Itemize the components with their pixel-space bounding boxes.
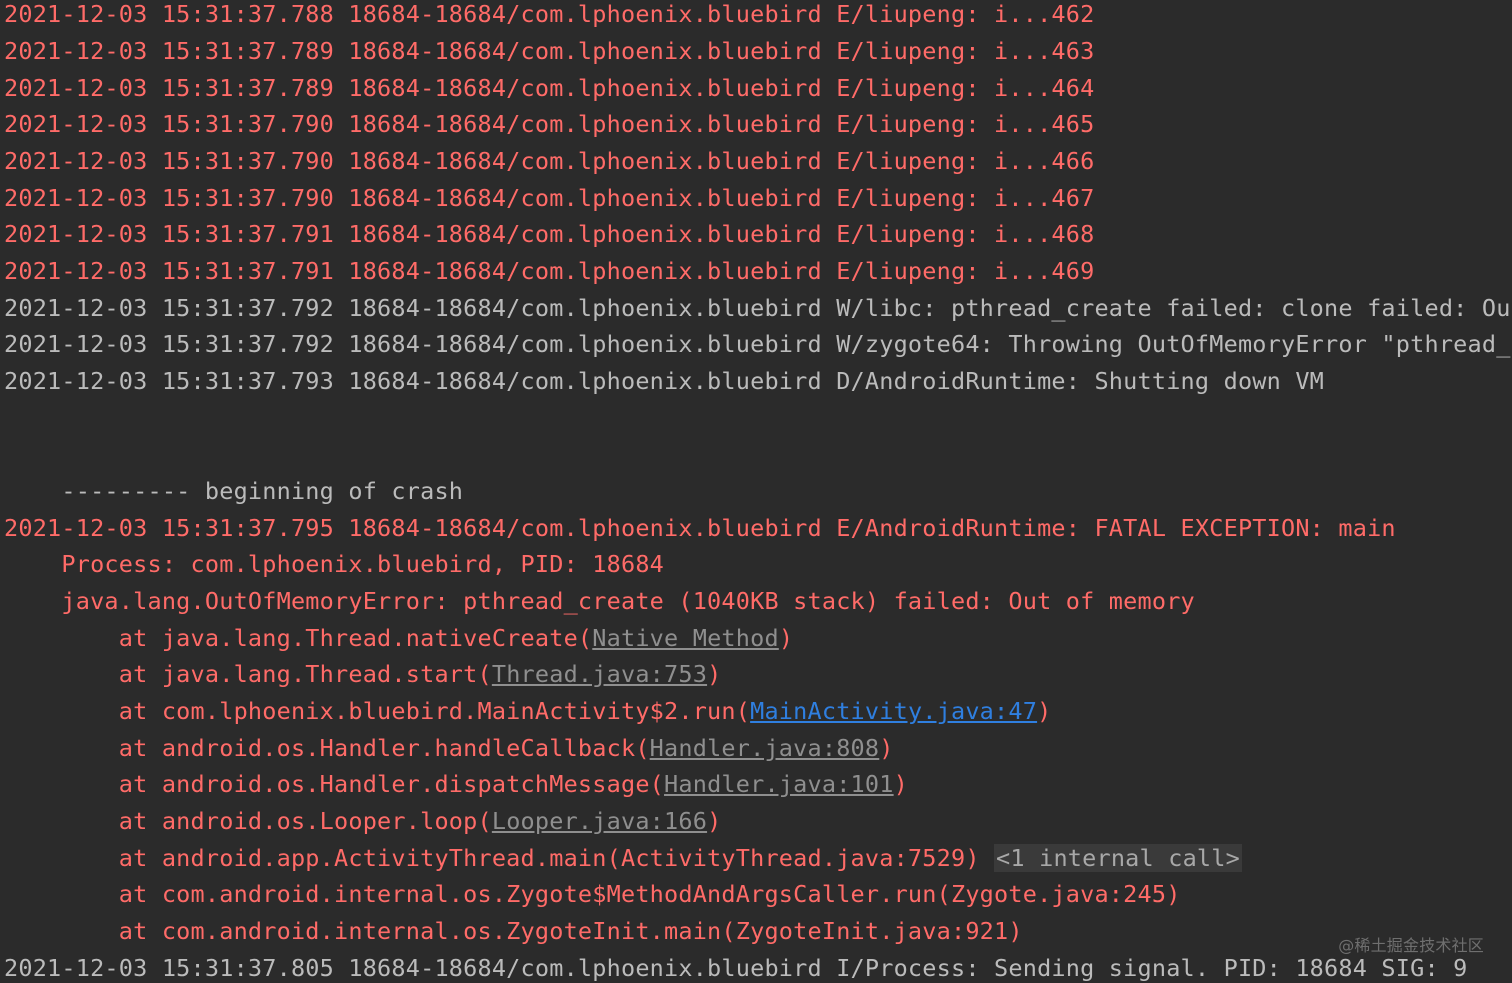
stack-frame: at android.os.Looper.loop(Looper.java:16… bbox=[4, 805, 721, 837]
fatal-exception-line: 2021-12-03 15:31:37.795 18684-18684/com.… bbox=[4, 514, 1396, 542]
stack-frame: at com.android.internal.os.Zygote$Method… bbox=[4, 880, 1181, 908]
stack-frame: at java.lang.Thread.start(Thread.java:75… bbox=[4, 658, 721, 690]
stack-frame: at android.app.ActivityThread.main(Activ… bbox=[4, 842, 1242, 874]
source-link[interactable]: Handler.java:101 bbox=[664, 770, 894, 798]
log-line: 2021-12-03 15:31:37.788 18684-18684/com.… bbox=[4, 0, 1095, 28]
stack-frame-suffix: ) bbox=[879, 734, 894, 762]
stack-frame-text: at com.lphoenix.bluebird.MainActivity$2.… bbox=[4, 697, 751, 725]
stack-frame-text: at android.os.Looper.loop( bbox=[4, 807, 492, 835]
log-line: 2021-12-03 15:31:37.791 18684-18684/com.… bbox=[4, 257, 1095, 285]
source-link[interactable]: Looper.java:166 bbox=[492, 807, 707, 835]
stack-frame: at java.lang.Thread.nativeCreate(Native … bbox=[4, 622, 793, 654]
folded-internal-calls[interactable]: <1 internal call> bbox=[994, 844, 1242, 872]
stack-frame: at com.lphoenix.bluebird.MainActivity$2.… bbox=[4, 695, 1051, 727]
exception-message-line: java.lang.OutOfMemoryError: pthread_crea… bbox=[4, 587, 1195, 615]
log-line: 2021-12-03 15:31:37.792 18684-18684/com.… bbox=[4, 294, 1512, 322]
log-line: 2021-12-03 15:31:37.791 18684-18684/com.… bbox=[4, 220, 1095, 248]
stack-frame: at com.android.internal.os.ZygoteInit.ma… bbox=[4, 917, 1023, 945]
source-link-mainactivity[interactable]: MainActivity.java:47 bbox=[750, 697, 1037, 725]
crash-separator: --------- beginning of crash bbox=[4, 477, 464, 505]
log-line: 2021-12-03 15:31:37.793 18684-18684/com.… bbox=[4, 367, 1325, 395]
stack-frame-text: at android.app.ActivityThread.main(Activ… bbox=[4, 844, 980, 872]
stack-frame-suffix: ) bbox=[893, 770, 908, 798]
stack-frame-suffix: ) bbox=[1037, 697, 1052, 725]
process-line: Process: com.lphoenix.bluebird, PID: 186… bbox=[4, 550, 665, 578]
log-line: 2021-12-03 15:31:37.789 18684-18684/com.… bbox=[4, 37, 1095, 65]
log-line: 2021-12-03 15:31:37.790 18684-18684/com.… bbox=[4, 110, 1095, 138]
log-line: 2021-12-03 15:31:37.790 18684-18684/com.… bbox=[4, 184, 1095, 212]
stack-frame: at android.os.Handler.dispatchMessage(Ha… bbox=[4, 768, 908, 800]
log-line: 2021-12-03 15:31:37.790 18684-18684/com.… bbox=[4, 147, 1095, 175]
source-link[interactable]: Native Method bbox=[592, 624, 779, 652]
log-line: 2021-12-03 15:31:37.805 18684-18684/com.… bbox=[4, 954, 1468, 982]
stack-frame-suffix: ) bbox=[778, 624, 794, 652]
watermark: @稀土掘金技术社区 bbox=[1338, 936, 1484, 955]
stack-frame-suffix: ) bbox=[707, 660, 722, 688]
stack-frame-text: at android.os.Handler.dispatchMessage( bbox=[4, 770, 665, 798]
source-link[interactable]: Thread.java:753 bbox=[492, 660, 707, 688]
source-link[interactable]: Handler.java:808 bbox=[650, 734, 880, 762]
stack-frame: at android.os.Handler.handleCallback(Han… bbox=[4, 732, 894, 764]
stack-frame-suffix: ) bbox=[707, 807, 722, 835]
stack-frame-text: at java.lang.Thread.nativeCreate( bbox=[4, 624, 593, 652]
logcat-console[interactable]: 2021-12-03 15:31:37.788 18684-18684/com.… bbox=[0, 0, 1512, 983]
stack-frame-text: at android.os.Handler.handleCallback( bbox=[4, 734, 650, 762]
log-line: 2021-12-03 15:31:37.789 18684-18684/com.… bbox=[4, 74, 1095, 102]
stack-frame-text: at java.lang.Thread.start( bbox=[4, 660, 492, 688]
log-line: 2021-12-03 15:31:37.792 18684-18684/com.… bbox=[4, 330, 1512, 358]
